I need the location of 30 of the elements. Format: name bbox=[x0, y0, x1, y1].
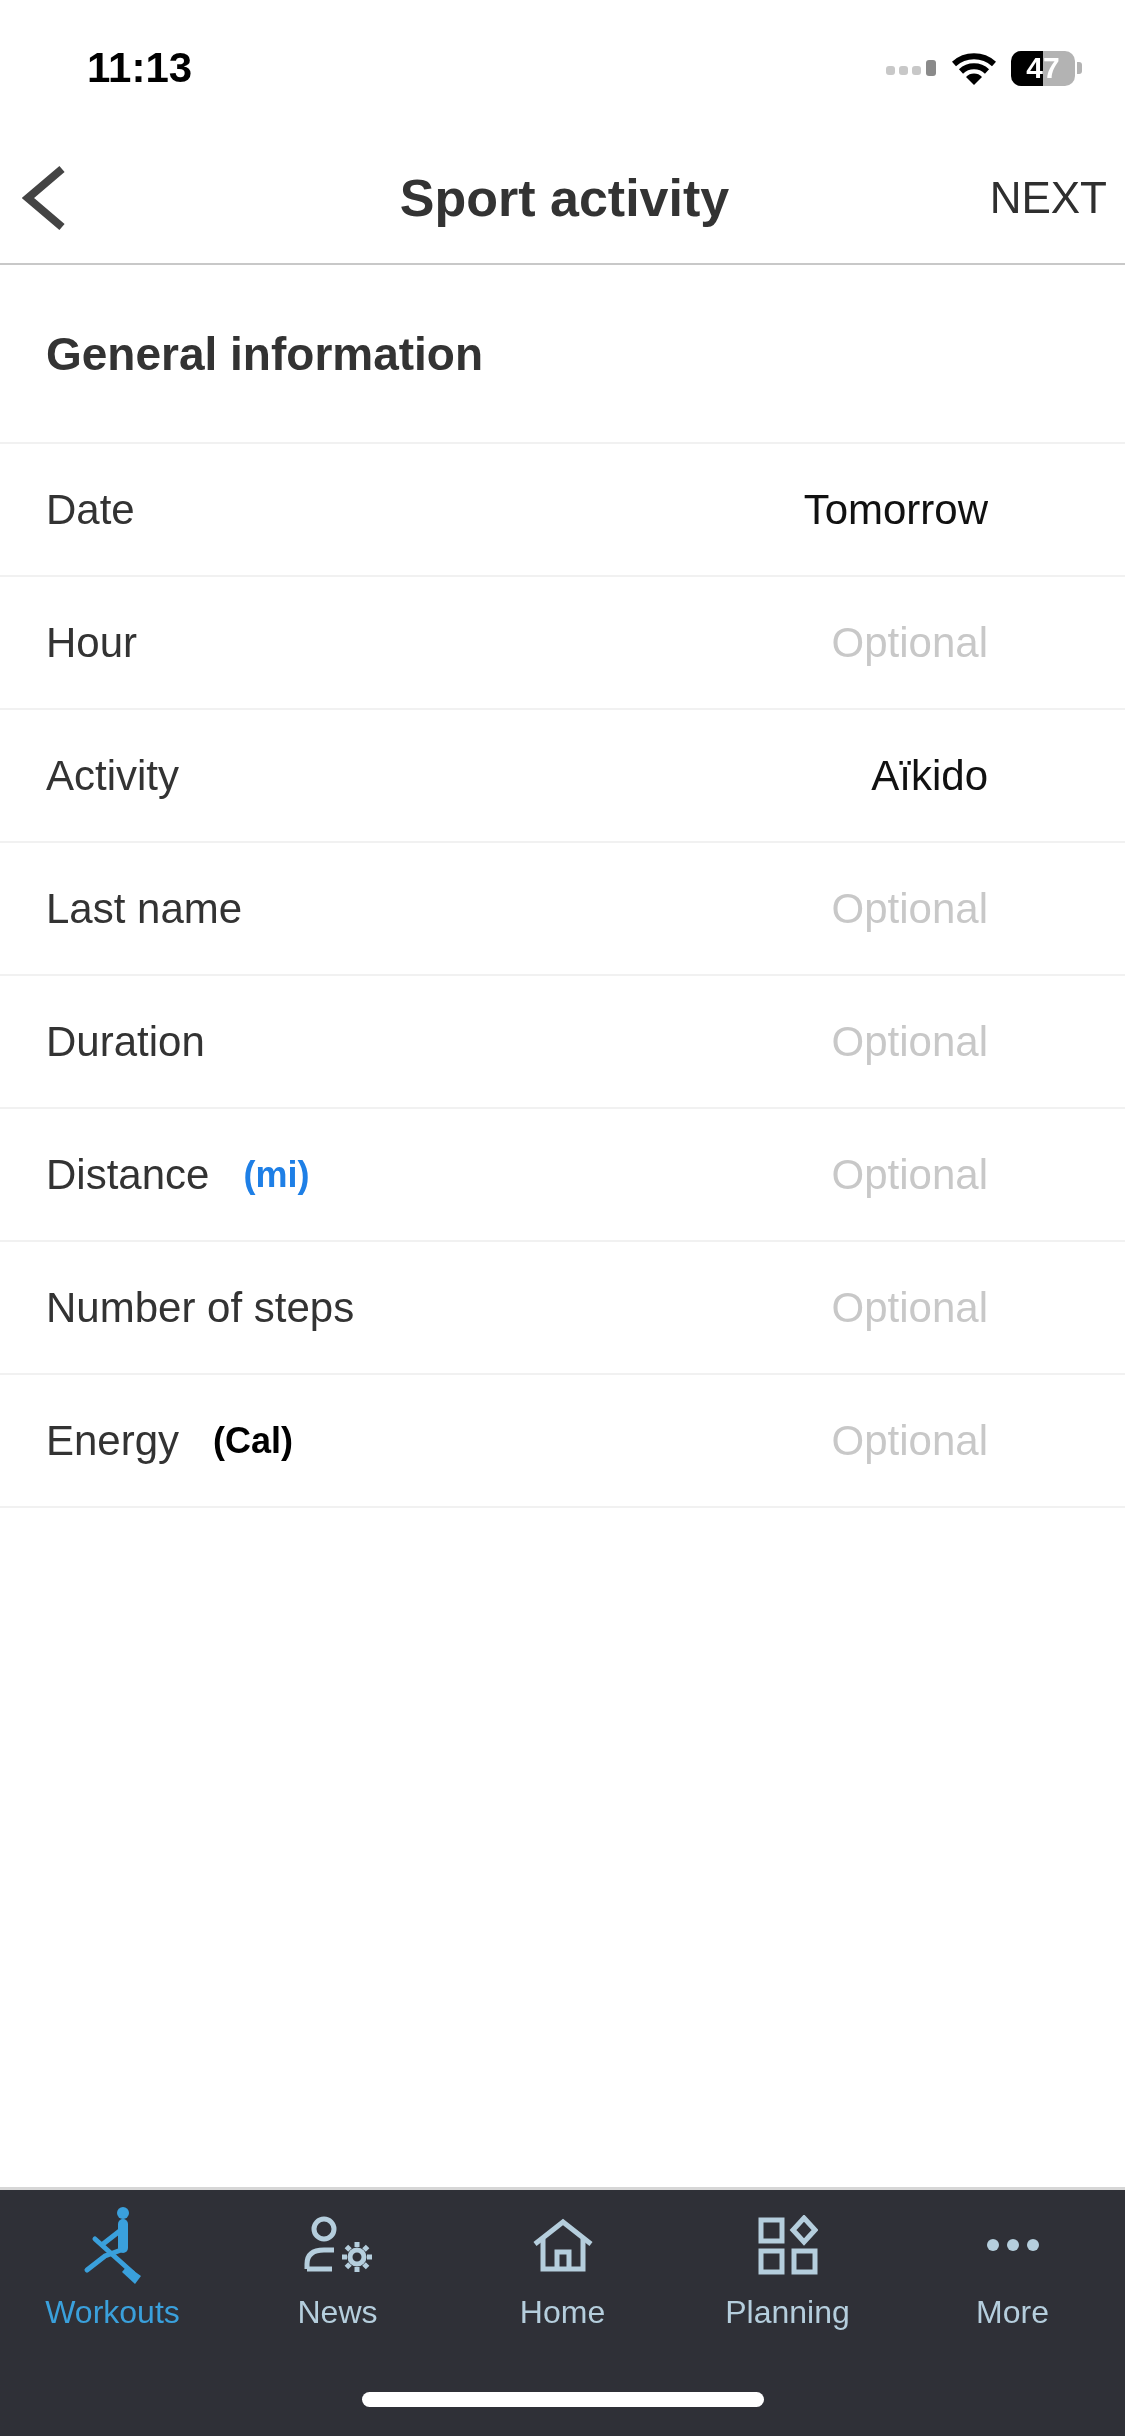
field-label: Date bbox=[46, 488, 135, 531]
status-time: 11:13 bbox=[87, 47, 193, 89]
tab-item[interactable]: News bbox=[225, 2205, 450, 2330]
home-icon bbox=[531, 2218, 594, 2272]
section-heading: General information bbox=[46, 330, 484, 377]
form-row[interactable]: Date Tomorrow bbox=[0, 444, 1125, 577]
wifi-icon bbox=[951, 51, 997, 85]
back-button[interactable] bbox=[22, 164, 66, 231]
field-label: Distance bbox=[46, 1153, 210, 1196]
tab-item[interactable]: More bbox=[900, 2205, 1125, 2330]
apps-grid-icon bbox=[757, 2215, 818, 2275]
field-label: Hour bbox=[46, 621, 138, 664]
tab-item[interactable]: Planning bbox=[675, 2205, 900, 2330]
next-button[interactable]: NEXT bbox=[989, 175, 1107, 220]
value-field[interactable]: Aïkido bbox=[628, 750, 988, 801]
unit-link[interactable]: (mi) bbox=[243, 1156, 310, 1193]
field-label: Last name bbox=[46, 887, 243, 930]
field-label: Number of steps bbox=[46, 1286, 355, 1329]
tab-item[interactable]: Home bbox=[450, 2205, 675, 2330]
value-field[interactable]: Tomorrow bbox=[628, 484, 988, 535]
field-label: Energy bbox=[46, 1419, 180, 1462]
signal-icon bbox=[886, 60, 937, 76]
rower-icon bbox=[82, 2205, 143, 2285]
field-label: Duration bbox=[46, 1020, 205, 1063]
field-label: Activity bbox=[46, 754, 179, 797]
back-chevron-icon bbox=[22, 164, 66, 231]
tab-item[interactable]: Workouts bbox=[0, 2205, 225, 2330]
unit-label: (Cal) bbox=[213, 1422, 294, 1459]
form-row[interactable]: Activity Aïkido bbox=[0, 710, 1125, 843]
more-icon bbox=[986, 2239, 1039, 2251]
